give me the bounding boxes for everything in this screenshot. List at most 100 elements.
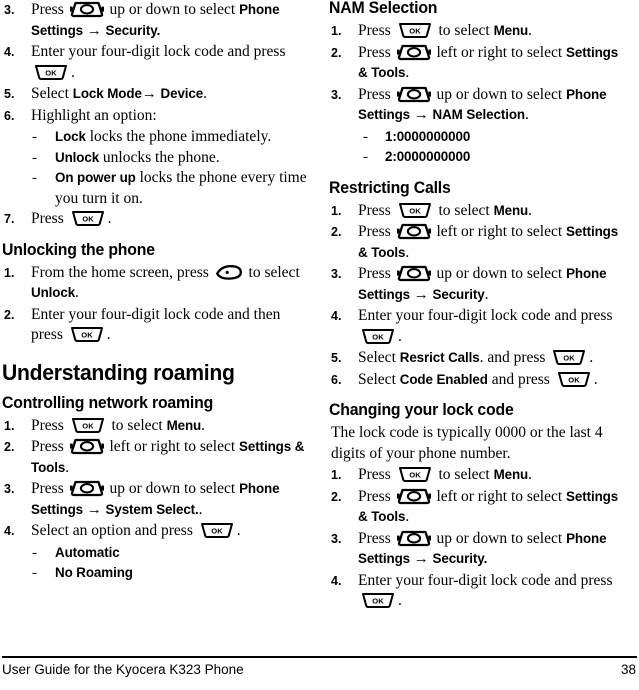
option-name: 2:0000000000 bbox=[385, 149, 471, 164]
heading-restricting-calls: Restricting Calls bbox=[329, 177, 451, 197]
dash-bullet-item: - On power up locks the phone every time … bbox=[32, 169, 307, 207]
step-number: 2. bbox=[331, 225, 342, 239]
svg-text:OK: OK bbox=[409, 206, 421, 215]
nam-option-list: - 1:0000000000 - 2:0000000000 bbox=[329, 127, 630, 168]
numbered-step: 2. Enter your four-digit lock code and th… bbox=[4, 305, 281, 344]
navigation-key-icon bbox=[396, 44, 431, 61]
step-number: 3. bbox=[331, 531, 342, 546]
numbered-step: 3. Press up or down to select Phone Setti… bbox=[331, 529, 607, 568]
step-number: 3. bbox=[4, 482, 15, 496]
svg-text:OK: OK bbox=[568, 375, 580, 384]
ok-key-icon: OK bbox=[397, 466, 433, 483]
ok-key-icon: OK bbox=[397, 202, 433, 219]
numbered-step: 2. Press left or right to select Settings… bbox=[331, 43, 619, 82]
svg-text:OK: OK bbox=[81, 330, 93, 339]
option-name: Automatic bbox=[55, 544, 120, 560]
step-number: 4. bbox=[331, 573, 342, 588]
numbered-step: 4. Select an option and press OK. bbox=[2, 521, 307, 542]
emphasis-term: Security. bbox=[432, 551, 488, 566]
step-number: 5. bbox=[4, 87, 15, 101]
svg-text:OK: OK bbox=[409, 26, 421, 35]
svg-text:OK: OK bbox=[82, 214, 94, 223]
ok-key-icon: OK bbox=[69, 326, 105, 343]
emphasis-term: Menu bbox=[493, 23, 529, 38]
svg-text:OK: OK bbox=[409, 470, 421, 479]
step-number: 1. bbox=[331, 468, 342, 482]
navigation-key-icon bbox=[396, 488, 431, 505]
step-number: 3. bbox=[4, 3, 15, 17]
numbered-step: 3. Press up or down to select Phone Setti… bbox=[331, 265, 607, 303]
dash-bullet-marker: - bbox=[32, 544, 37, 561]
dash-bullet-item: - 2:0000000000 bbox=[329, 147, 630, 168]
numbered-step: 4. Enter your four-digit lock code and pr… bbox=[4, 43, 286, 81]
numbered-step: 3. Press up or down to select Phone Setti… bbox=[4, 480, 280, 518]
ok-key-icon: OK bbox=[556, 371, 592, 388]
numbered-step: 5. Select Lock Mode→ Device. bbox=[2, 84, 307, 105]
ok-key-icon: OK bbox=[33, 64, 69, 81]
dash-bullet-item: - Automatic bbox=[2, 543, 307, 564]
step-number: 1. bbox=[4, 418, 15, 433]
numbered-step: 6. Select Code Enabled and press OK. bbox=[329, 370, 630, 391]
unlocking-phone-steps: 1. From the home screen, press to select … bbox=[2, 263, 307, 346]
controlling-roaming-steps: 1. Press OK to select Menu. 2. Press left o… bbox=[2, 416, 307, 542]
emphasis-term: System Select. bbox=[105, 501, 199, 517]
numbered-step: 7. Press OK. bbox=[2, 209, 307, 230]
step-number: 4. bbox=[4, 45, 15, 59]
lock-phone-steps-continued: 3. Press up or down to select Phone Setti… bbox=[2, 0, 307, 126]
option-name: No Roaming bbox=[55, 565, 133, 580]
step-number: 2. bbox=[4, 307, 15, 322]
svg-text:OK: OK bbox=[211, 526, 223, 535]
dash-bullet-marker: - bbox=[363, 149, 368, 165]
numbered-step: 2. Press left or right to select Settings… bbox=[331, 223, 619, 261]
emphasis-term: Code Enabled bbox=[399, 371, 488, 387]
changing-lock-code-intro: The lock code is typically 0000 or the l… bbox=[331, 424, 603, 462]
numbered-step: 5. Select Resrict Calls. and press OK. bbox=[329, 348, 630, 369]
ok-key-icon: OK bbox=[360, 592, 396, 609]
navigation-key-icon bbox=[69, 1, 104, 18]
svg-text:OK: OK bbox=[45, 68, 57, 77]
numbered-step: 3. Press up or down to select Phone Setti… bbox=[4, 1, 280, 39]
emphasis-term: NAM Selection bbox=[432, 107, 526, 122]
emphasis-term: Resrict Calls bbox=[399, 350, 480, 365]
ok-key-icon: OK bbox=[397, 22, 433, 39]
emphasis-term: Unlock bbox=[31, 285, 76, 300]
two-column-body: 3. Press up or down to select Phone Setti… bbox=[0, 0, 639, 655]
numbered-step: 4. Enter your four-digit lock code and pr… bbox=[331, 571, 613, 610]
numbered-step: 2. Press left or right to select Settings… bbox=[4, 438, 305, 476]
navigation-key-icon bbox=[396, 530, 431, 547]
heading-unlocking-the-phone: Unlocking the phone bbox=[2, 239, 155, 259]
step-number: 3. bbox=[331, 87, 342, 102]
manual-page: 3. Press up or down to select Phone Setti… bbox=[0, 0, 639, 690]
menu-path-arrow: → bbox=[410, 107, 433, 123]
step-number: 5. bbox=[331, 351, 342, 365]
left-softkey-icon bbox=[215, 264, 243, 281]
heading-nam-selection: NAM Selection bbox=[329, 0, 438, 17]
emphasis-term: Security. bbox=[105, 22, 161, 38]
dash-bullet-marker: - bbox=[32, 149, 37, 166]
svg-text:OK: OK bbox=[372, 596, 384, 605]
menu-path-arrow: → bbox=[410, 551, 433, 567]
navigation-key-icon bbox=[396, 265, 431, 282]
footer-page-number: 38 bbox=[620, 662, 636, 677]
option-name: 1:0000000000 bbox=[385, 128, 471, 144]
step-number: 4. bbox=[331, 309, 342, 323]
step-number: 2. bbox=[331, 45, 342, 60]
heading-changing-your-lock-code: Changing your lock code bbox=[329, 400, 514, 419]
svg-text:OK: OK bbox=[82, 421, 94, 430]
right-column: NAM Selection 1. Press OK to select Menu.… bbox=[319, 0, 638, 655]
step-number: 4. bbox=[4, 524, 15, 538]
emphasis-term: Menu bbox=[166, 417, 202, 433]
changing-lock-code-steps: 1. Press OK to select Menu. 2. Press left o… bbox=[329, 465, 630, 612]
dash-bullet-marker: - bbox=[32, 170, 37, 186]
emphasis-term: Menu bbox=[493, 467, 529, 482]
numbered-step: 2. Press left or right to select Settings… bbox=[331, 487, 619, 526]
dash-bullet-marker: - bbox=[363, 128, 368, 145]
nam-selection-steps: 1. Press OK to select Menu. 2. Press left o… bbox=[329, 21, 630, 126]
numbered-step: 1. Press OK to select Menu. bbox=[329, 201, 630, 222]
step-number: 2. bbox=[331, 489, 342, 504]
navigation-key-icon bbox=[396, 86, 431, 103]
menu-path-arrow: → bbox=[83, 22, 106, 39]
navigation-key-icon bbox=[69, 480, 104, 497]
menu-path-arrow: → bbox=[141, 86, 161, 102]
dash-bullet-item: - Lock locks the phone immediately. bbox=[2, 127, 307, 148]
